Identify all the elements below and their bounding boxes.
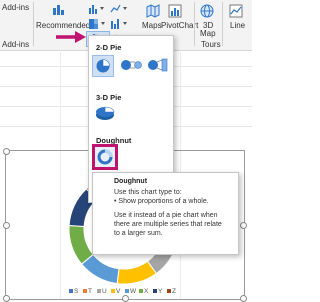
legend-item: V <box>111 288 120 295</box>
map3d-label-2[interactable]: Map <box>200 29 216 38</box>
globe-icon[interactable] <box>200 4 214 18</box>
doughnut-tooltip: Doughnut Use this chart type to: • Show … <box>92 172 239 255</box>
addins-label-bottom: Add-ins <box>2 40 30 49</box>
ribbon-separator <box>33 2 34 46</box>
legend-swatch <box>167 289 171 294</box>
maps-label[interactable]: Maps <box>142 21 162 30</box>
legend-label: U <box>102 288 107 295</box>
tooltip-line: • Show proportions of a whole. <box>114 198 209 205</box>
pie-of-pie-icon[interactable] <box>120 57 144 73</box>
section-3d-pie: 3-D Pie <box>96 93 122 102</box>
legend-swatch <box>139 289 143 294</box>
resize-handle[interactable] <box>240 222 247 229</box>
pie-2d-option[interactable] <box>92 55 114 77</box>
pivotchart-icon[interactable] <box>168 4 182 18</box>
doughnut-icon <box>97 149 113 165</box>
maps-icon[interactable] <box>146 4 160 18</box>
column-chart-icon[interactable] <box>88 3 110 15</box>
legend-swatch <box>125 289 129 294</box>
legend-item: Y <box>153 288 162 295</box>
ribbon-separator <box>194 2 195 46</box>
tooltip-line: Use it instead of a pie chart when <box>114 212 218 219</box>
legend-label: X <box>144 288 149 295</box>
legend-label: W <box>130 288 137 295</box>
legend-label: T <box>88 288 92 295</box>
legend-label: Y <box>158 288 163 295</box>
pie-icon <box>96 59 110 73</box>
recommended-charts-label[interactable]: Recommended <box>36 21 90 30</box>
tours-group-label: Tours <box>201 40 221 49</box>
tooltip-line: to a larger sum. <box>114 230 163 237</box>
pivotchart-label[interactable]: PivotChart <box>161 21 198 30</box>
legend-swatch <box>111 289 115 294</box>
legend-swatch <box>153 289 157 294</box>
bar-of-pie-icon[interactable] <box>147 57 171 73</box>
legend-label: V <box>116 288 121 295</box>
chart-legend: S T U V WX Y Z <box>6 288 244 298</box>
sparkline-line-icon[interactable] <box>229 4 243 18</box>
resize-handle[interactable] <box>3 148 10 155</box>
addins-label-top[interactable]: Add-ins <box>2 3 29 12</box>
legend-swatch <box>69 289 73 294</box>
tooltip-line: there are multiple series that relate <box>114 221 222 228</box>
tooltip-title: Doughnut <box>114 178 148 185</box>
resize-handle[interactable] <box>3 222 10 229</box>
pie-3d-icon[interactable] <box>94 104 116 122</box>
statistic-chart-icon[interactable] <box>110 18 130 30</box>
legend-item: X <box>139 288 148 295</box>
section-2d-pie: 2-D Pie <box>96 43 122 52</box>
legend-label: S <box>74 288 79 295</box>
sparkline-line-label[interactable]: Line <box>230 21 245 30</box>
legend-item: Z <box>167 288 176 295</box>
line-chart-icon[interactable] <box>110 3 130 15</box>
legend-item: U <box>97 288 107 295</box>
ribbon-separator <box>222 2 223 46</box>
doughnut-slice-v[interactable] <box>116 260 158 285</box>
hierarchy-chart-icon[interactable] <box>88 18 110 30</box>
legend-item: W <box>125 288 136 295</box>
legend-item: S <box>69 288 78 295</box>
recommended-charts-icon[interactable] <box>52 2 66 16</box>
doughnut-option[interactable] <box>92 144 118 170</box>
legend-label: Z <box>172 288 176 295</box>
pointer-arrow-icon <box>56 31 86 43</box>
legend-item: T <box>83 288 92 295</box>
legend-swatch <box>97 289 101 294</box>
legend-swatch <box>83 289 87 294</box>
tooltip-line: Use this chart type to: <box>114 189 182 196</box>
